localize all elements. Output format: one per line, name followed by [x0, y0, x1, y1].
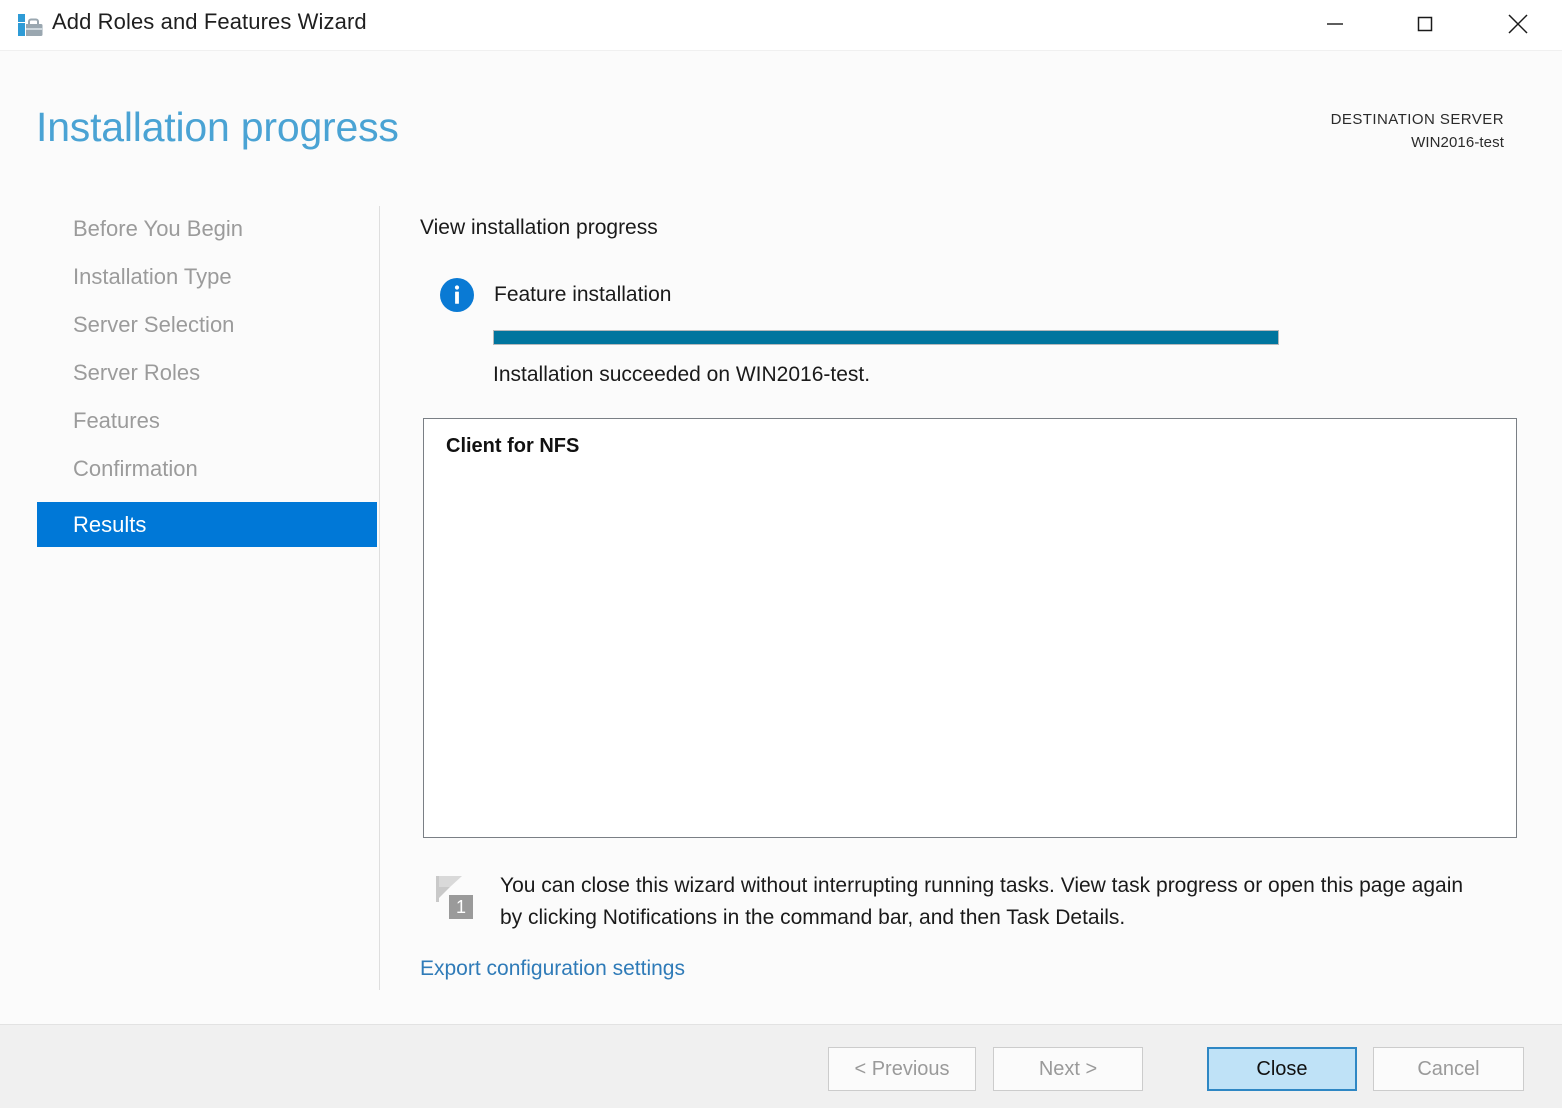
next-button[interactable]: Next >: [993, 1047, 1143, 1091]
close-icon[interactable]: [1487, 0, 1549, 48]
sidebar-item-label: Server Roles: [73, 360, 200, 386]
sidebar-item-label: Features: [73, 408, 160, 434]
close-wizard-note-text: You can close this wizard without interr…: [500, 870, 1490, 934]
sidebar-item-confirmation[interactable]: Confirmation: [37, 446, 377, 491]
section-heading: View installation progress: [420, 216, 658, 240]
installation-progress-fill: [494, 331, 1278, 344]
previous-button[interactable]: < Previous: [828, 1047, 976, 1091]
sidebar-divider: [379, 206, 380, 990]
sidebar-item-label: Before You Begin: [73, 216, 243, 242]
installation-status-message: Installation succeeded on WIN2016-test.: [493, 363, 870, 387]
maximize-icon[interactable]: [1394, 0, 1456, 48]
destination-server-block: DESTINATION SERVER WIN2016-test: [1331, 108, 1504, 155]
close-button[interactable]: Close: [1207, 1047, 1357, 1091]
installation-type-label: Feature installation: [494, 283, 671, 307]
info-icon: [440, 278, 474, 312]
installation-results-box[interactable]: Client for NFS: [423, 418, 1517, 838]
sidebar-item-label: Results: [73, 512, 146, 538]
sidebar-item-results[interactable]: Results: [37, 502, 377, 547]
window-titlebar: Add Roles and Features Wizard: [0, 0, 1562, 51]
window-title: Add Roles and Features Wizard: [52, 9, 367, 35]
sidebar-item-server-roles[interactable]: Server Roles: [37, 350, 377, 395]
wizard-toolbox-icon: [16, 11, 44, 39]
installation-progress-bar: [493, 330, 1279, 345]
cancel-button[interactable]: Cancel: [1373, 1047, 1524, 1091]
destination-server-value: WIN2016-test: [1331, 131, 1504, 154]
page-title: Installation progress: [36, 104, 399, 151]
sidebar-item-installation-type[interactable]: Installation Type: [37, 254, 377, 299]
minimize-icon[interactable]: [1304, 0, 1366, 48]
sidebar-item-label: Confirmation: [73, 456, 198, 482]
export-configuration-settings-link[interactable]: Export configuration settings: [420, 957, 685, 981]
notification-badge-count: 1: [456, 897, 466, 917]
notification-flag-icon: 1: [434, 874, 480, 922]
wizard-sidebar: Before You Begin Installation Type Serve…: [0, 206, 380, 990]
feature-installation-row: Feature installation: [440, 278, 671, 312]
destination-server-label: DESTINATION SERVER: [1331, 108, 1504, 131]
sidebar-item-server-selection[interactable]: Server Selection: [37, 302, 377, 347]
sidebar-item-label: Installation Type: [73, 264, 232, 290]
result-item: Client for NFS: [446, 435, 1516, 458]
sidebar-item-features[interactable]: Features: [37, 398, 377, 443]
sidebar-item-label: Server Selection: [73, 312, 234, 338]
wizard-footer: < Previous Next > Close Cancel: [0, 1024, 1562, 1108]
sidebar-item-before-you-begin[interactable]: Before You Begin: [37, 206, 377, 251]
